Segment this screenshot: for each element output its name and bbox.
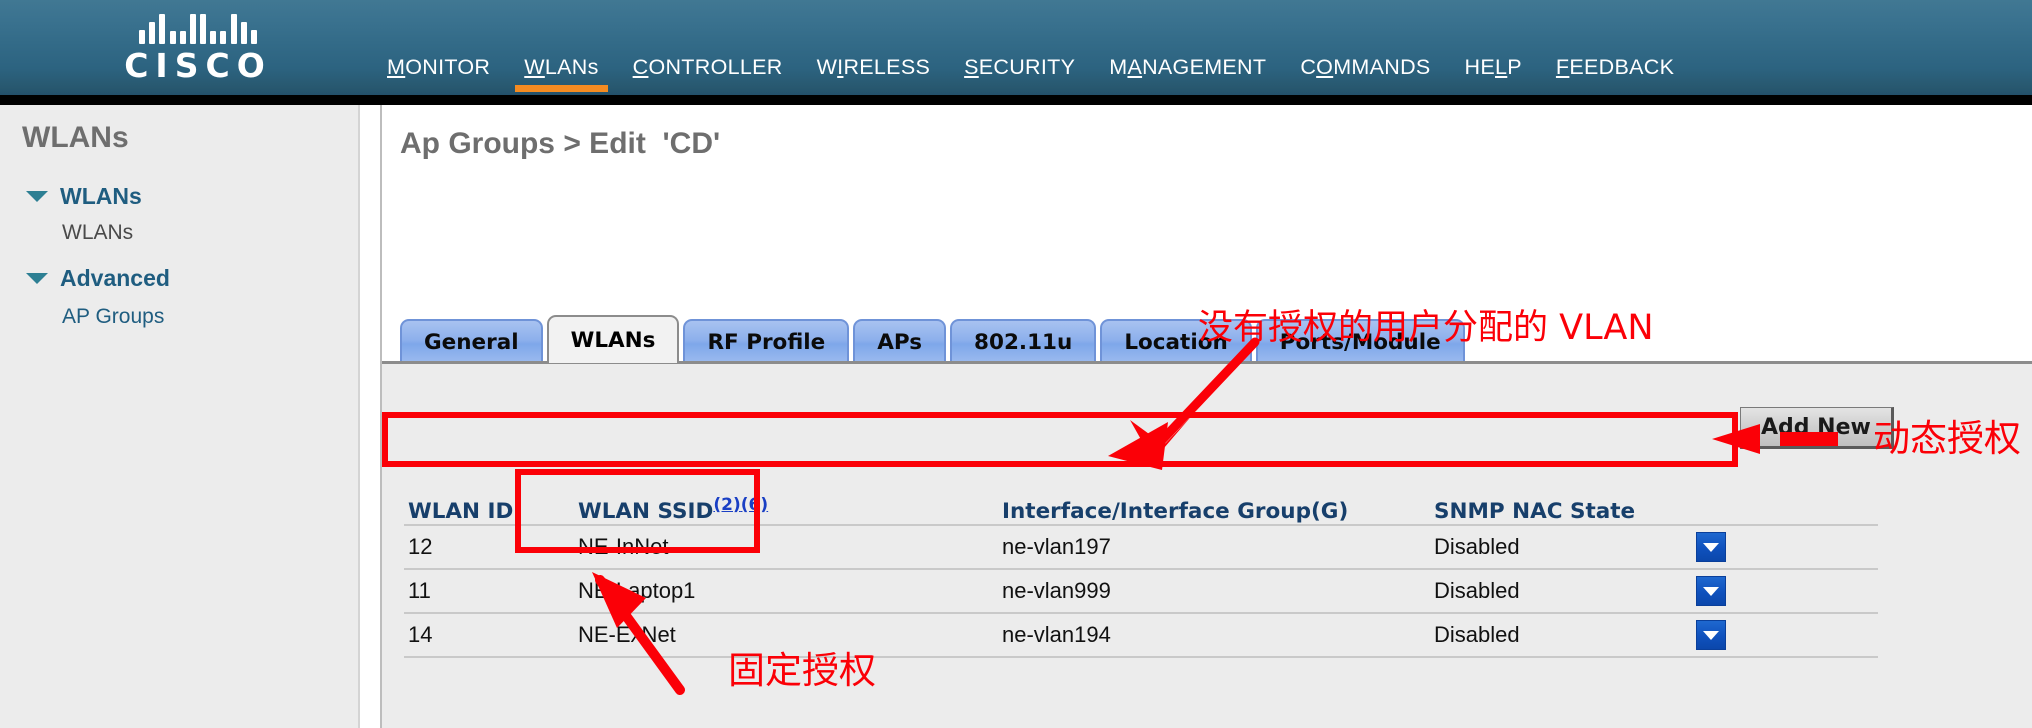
cell-wlan-id: 14 (408, 622, 433, 647)
nav-item-wireless[interactable]: WIRELESS (800, 55, 948, 92)
nav-item-wlans[interactable]: WLANs (507, 55, 615, 92)
cell-interface: ne-vlan194 (1002, 622, 1111, 647)
sidebar-item-wlans[interactable]: WLANs (62, 221, 133, 245)
wlan-table: WLAN ID WLAN SSID(2)(6) Interface/Interf… (404, 486, 1878, 658)
tab-rf-profile[interactable]: RF Profile (683, 319, 850, 363)
nav-item-commands[interactable]: COMMANDS (1283, 55, 1447, 92)
annotation-unauthorized-vlan: 没有授权的用户分配的 VLAN (1198, 308, 1654, 348)
column-header-interface: Interface/Interface Group(G) (1002, 499, 1349, 524)
triangle-down-icon (26, 191, 48, 202)
tab-802-11u[interactable]: 802.11u (950, 319, 1097, 363)
cisco-bars-logo-icon (139, 12, 257, 44)
cisco-logo: CISCO (108, 8, 288, 86)
main-navigation: MONITOR WLANs CONTROLLER WIRELESS SECURI… (370, 55, 1691, 95)
nav-item-security[interactable]: SECURITY (947, 55, 1092, 92)
annotation-dynamic-auth: 动态授权 (1873, 417, 2021, 460)
sidebar-group-wlans[interactable]: WLANs (26, 183, 142, 210)
cell-wlan-id: 12 (408, 534, 433, 559)
column-header-snmp-nac: SNMP NAC State (1434, 499, 1636, 524)
ssid-footnote-link-6[interactable]: (6) (741, 495, 768, 515)
cell-snmp-nac: Disabled (1434, 622, 1520, 647)
dropdown-caret-icon[interactable] (1696, 532, 1726, 562)
tab-wlans[interactable]: WLANs (546, 315, 680, 363)
tab-aps[interactable]: APs (853, 319, 947, 363)
ssid-footnote-link-2[interactable]: (2) (713, 495, 740, 515)
dropdown-caret-icon[interactable] (1696, 576, 1726, 606)
nav-item-management[interactable]: MANAGEMENT (1092, 55, 1283, 92)
top-banner: CISCO MONITOR WLANs CONTROLLER WIRELESS … (0, 0, 2032, 95)
sidebar: WLANs WLANs WLANs Advanced AP Groups (0, 105, 360, 728)
nav-item-feedback[interactable]: FEEDBACK (1539, 55, 1691, 92)
cell-wlan-ssid: NE-InNet (578, 534, 669, 559)
dropdown-caret-icon[interactable] (1696, 620, 1726, 650)
page-title: Ap Groups > Edit 'CD' (400, 127, 721, 160)
cell-actions (1696, 576, 1816, 606)
nav-item-monitor[interactable]: MONITOR (370, 55, 507, 92)
cell-interface: ne-vlan999 (1002, 578, 1111, 603)
table-bottom-rule (404, 656, 1878, 658)
table-row[interactable]: 14 NE-ExNet ne-vlan194 Disabled (404, 612, 1878, 656)
cisco-wordmark: CISCO (124, 46, 272, 85)
nav-item-controller[interactable]: CONTROLLER (616, 55, 800, 92)
table-header-row: WLAN ID WLAN SSID(2)(6) Interface/Interf… (404, 486, 1878, 524)
sidebar-group-label-wlans: WLANs (60, 183, 142, 209)
cell-snmp-nac: Disabled (1434, 534, 1520, 559)
column-header-wlan-ssid: WLAN SSID(2)(6) (572, 495, 1002, 524)
column-header-wlan-ssid-text: WLAN SSID (578, 499, 714, 524)
cell-wlan-id: 11 (408, 578, 431, 603)
triangle-down-icon (26, 273, 48, 284)
sidebar-group-label-advanced: Advanced (60, 265, 170, 291)
table-row[interactable]: 11 NE-Laptop1 ne-vlan999 Disabled (404, 568, 1878, 612)
annotation-fixed-auth: 固定授权 (728, 649, 876, 692)
nav-item-help[interactable]: HELP (1448, 55, 1539, 92)
column-header-wlan-id: WLAN ID (408, 499, 514, 524)
tab-general[interactable]: General (400, 319, 543, 363)
cell-snmp-nac: Disabled (1434, 578, 1520, 603)
banner-divider (0, 95, 2032, 105)
cell-wlan-ssid: NE-Laptop1 (578, 578, 696, 603)
content-area: Ap Groups > Edit 'CD' General WLANs RF P… (380, 105, 2032, 728)
table-row[interactable]: 12 NE-InNet ne-vlan197 Disabled (404, 524, 1878, 568)
sidebar-group-advanced[interactable]: Advanced (26, 265, 170, 292)
cell-actions (1696, 620, 1816, 650)
cell-interface: ne-vlan197 (1002, 534, 1111, 559)
cell-actions (1696, 532, 1816, 562)
sidebar-item-ap-groups[interactable]: AP Groups (62, 305, 164, 329)
add-new-button[interactable]: Add New (1740, 407, 1894, 449)
wlans-panel: Add New WLAN ID WLAN SSID(2)(6) Interfac… (382, 364, 2032, 728)
sidebar-title: WLANs (22, 121, 129, 154)
